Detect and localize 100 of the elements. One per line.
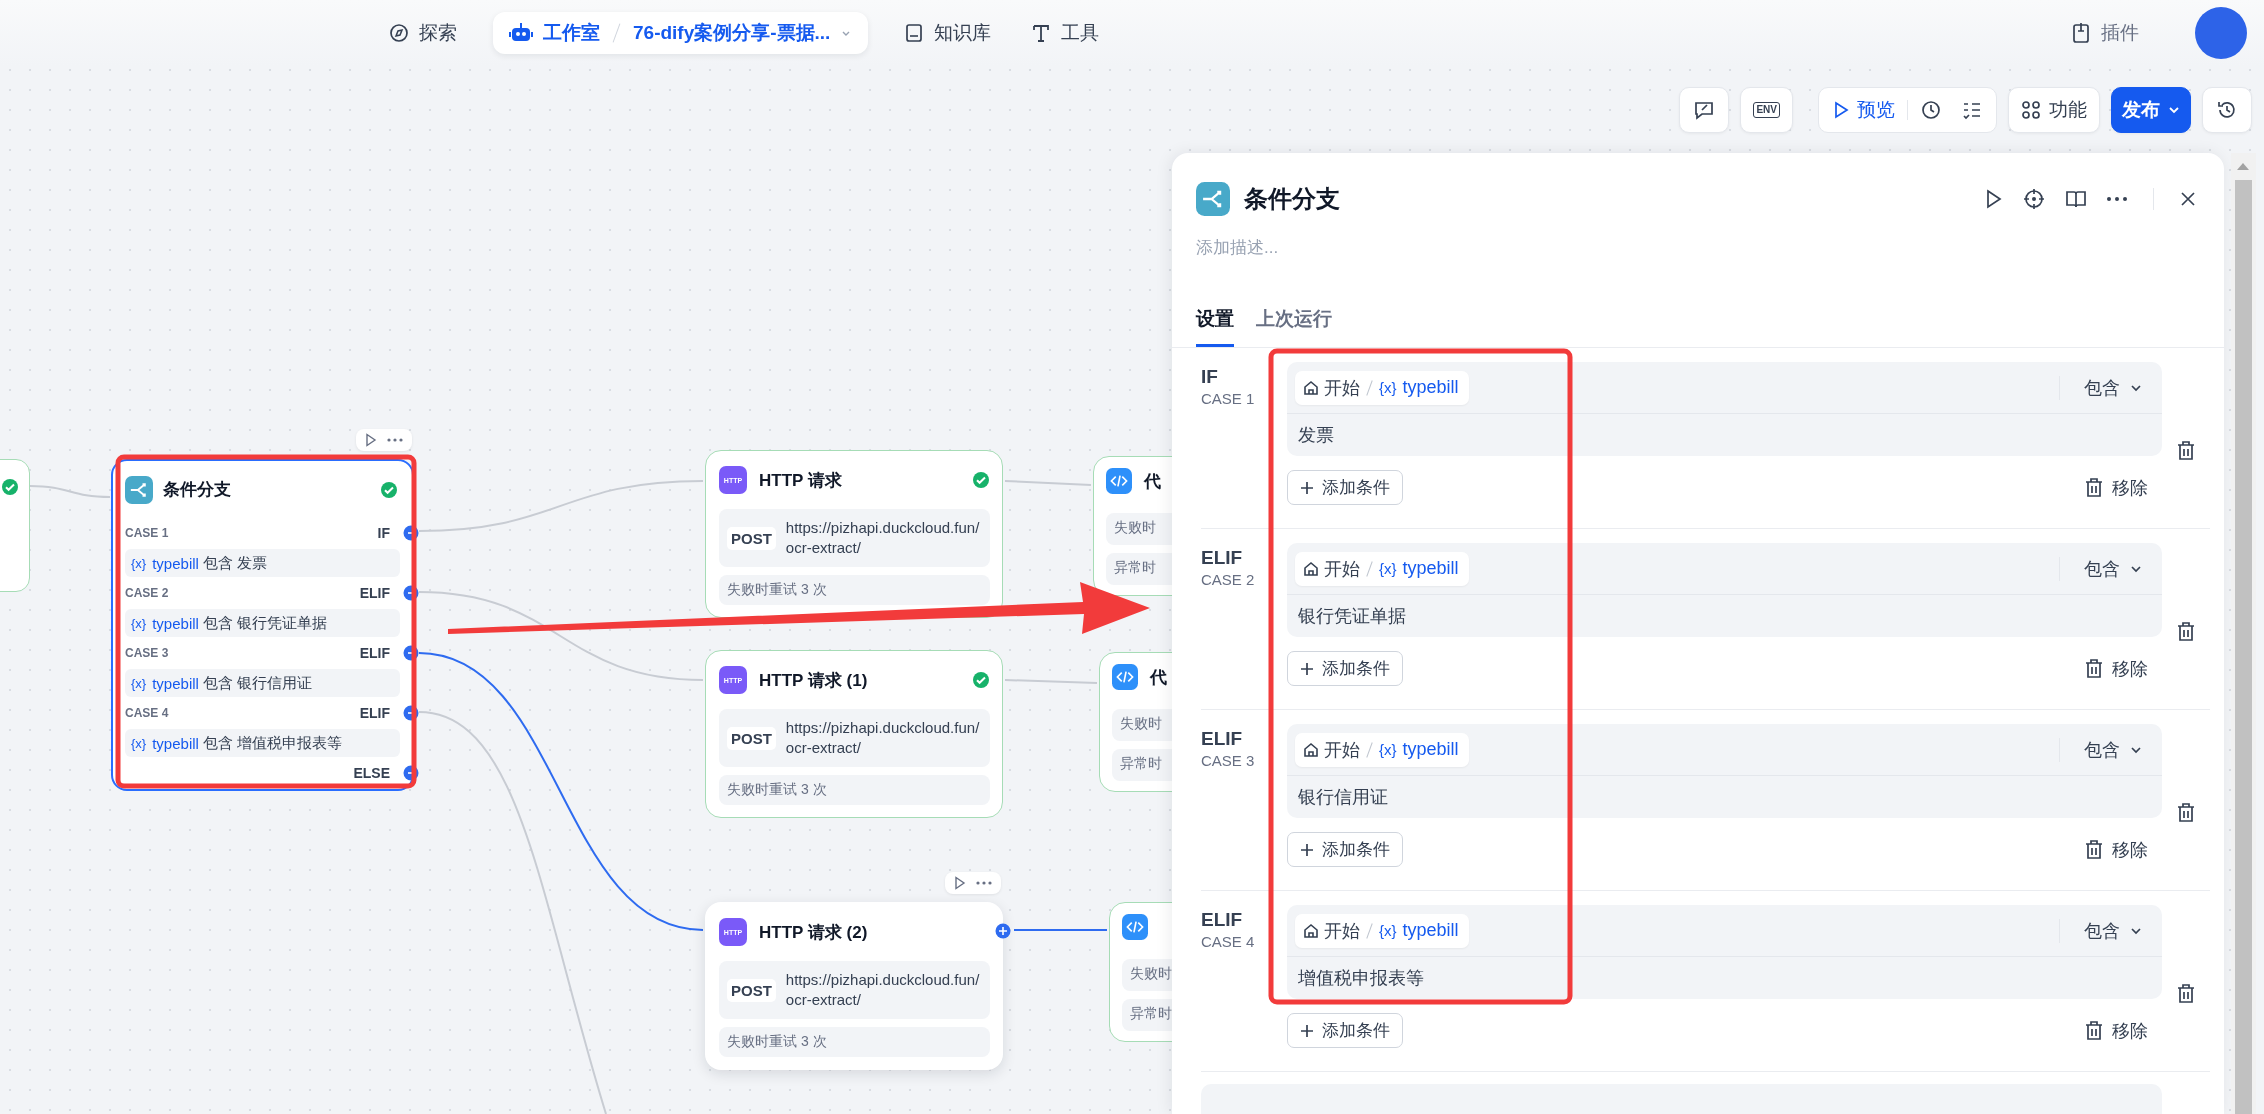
more-icon[interactable] bbox=[387, 438, 403, 442]
book-icon[interactable] bbox=[2065, 189, 2087, 209]
branch-port-icon[interactable] bbox=[403, 645, 419, 661]
plugins-button[interactable]: 插件 bbox=[2071, 20, 2139, 46]
code-node[interactable]: 失败时 异常时 bbox=[1109, 902, 1172, 1042]
nav-tab[interactable]: 探索 bbox=[385, 12, 461, 54]
node-title: HTTP 请求 (2) bbox=[759, 921, 869, 944]
code-icon bbox=[1122, 914, 1148, 940]
variable-tag[interactable]: 开始 {x} typebill bbox=[1295, 732, 1469, 767]
remove-button[interactable]: 移除 bbox=[2084, 1018, 2148, 1043]
case-label: CASE 4 bbox=[1201, 933, 1256, 950]
play-icon[interactable] bbox=[365, 433, 377, 447]
variable-tag[interactable]: 开始 {x} typebill bbox=[1295, 370, 1469, 405]
variable-name: {x} typebill bbox=[1379, 739, 1459, 760]
branch-label: ELIF bbox=[359, 705, 390, 721]
trash-icon bbox=[2176, 620, 2196, 642]
operator-select[interactable]: 包含 bbox=[2059, 375, 2154, 400]
retry-text: 失败时重试 3 次 bbox=[719, 575, 990, 605]
source-label: 开始 bbox=[1324, 919, 1360, 943]
home-icon bbox=[1303, 560, 1319, 577]
play-icon[interactable] bbox=[954, 876, 966, 890]
node-row-text: 失败时 bbox=[1122, 959, 1172, 991]
node-row-text: 异常时 bbox=[1112, 749, 1172, 781]
condition-row: {x} typebill 包含 银行信用证 bbox=[125, 669, 400, 697]
nav-label[interactable]: 工作室 bbox=[543, 20, 600, 46]
features-button[interactable]: 功能 bbox=[2008, 87, 2100, 133]
history-icon bbox=[2216, 99, 2238, 121]
plus-icon bbox=[1300, 1023, 1314, 1038]
trash-icon bbox=[2176, 801, 2196, 823]
plus-icon bbox=[1300, 480, 1314, 495]
source-label: 开始 bbox=[1324, 557, 1360, 581]
url-text: https://pizhapi.duckcloud.fun/ocr-extract/ bbox=[785, 970, 981, 1010]
add-condition-button[interactable]: 添加条件 bbox=[1287, 1013, 1403, 1048]
source-label: 开始 bbox=[1324, 376, 1360, 400]
app-name[interactable]: 76-dify案例分享-票据... bbox=[633, 20, 831, 46]
case-label: CASE 3 bbox=[1201, 752, 1256, 769]
condition-row: {x} typebill 包含 银行凭证单据 bbox=[125, 609, 400, 637]
branch-port-icon[interactable] bbox=[403, 705, 419, 721]
home-icon bbox=[1303, 741, 1319, 758]
scrollbar[interactable] bbox=[2231, 153, 2256, 1114]
avatar[interactable] bbox=[2195, 7, 2247, 59]
if-else-node[interactable]: 条件分支 CASE 1 IF {x} typebill 包含 发票 CASE 2 ELIF {x} typebill 包含 银行凭证单据 CASE 3 ELIF {x} typebill 包含 银行信用证 CASE 4 ELIF {x} typebill 包含 增值税申报表等 ELSE bbox=[111, 459, 414, 791]
add-condition-button[interactable]: 添加条件 bbox=[1287, 470, 1403, 505]
operator-select[interactable]: 包含 bbox=[2059, 556, 2154, 581]
code-node[interactable]: 代 失败时 异常时 bbox=[1099, 652, 1172, 792]
retry-text: 失败时重试 3 次 bbox=[719, 1027, 990, 1057]
branch-label: ELIF bbox=[359, 645, 390, 661]
chat-button[interactable] bbox=[1679, 87, 1730, 133]
nav-tab[interactable]: 知识库 bbox=[900, 12, 996, 54]
remove-button[interactable]: 移除 bbox=[2084, 837, 2148, 862]
branch-label: ELIF bbox=[1201, 547, 1244, 569]
add-port-icon[interactable] bbox=[995, 923, 1011, 939]
code-node[interactable]: 代 失败时 异常时 bbox=[1093, 456, 1172, 596]
nav-tab[interactable]: 工作室 76-dify案例分享-票据... bbox=[493, 12, 869, 54]
tab[interactable]: 上次运行 bbox=[1256, 306, 1332, 347]
code-icon bbox=[1106, 468, 1132, 494]
history-button[interactable] bbox=[2202, 87, 2252, 133]
crosshair-icon[interactable] bbox=[2023, 188, 2045, 210]
env-button[interactable]: ENV bbox=[1740, 87, 1793, 133]
case-label: CASE 1 bbox=[1201, 390, 1256, 407]
add-condition-button[interactable]: 添加条件 bbox=[1287, 651, 1403, 686]
play-icon[interactable] bbox=[1985, 189, 2003, 209]
retry-text: 失败时重试 3 次 bbox=[719, 775, 990, 805]
operator-select[interactable]: 包含 bbox=[2059, 918, 2154, 943]
node-row-text: 异常时 bbox=[1122, 999, 1172, 1031]
source-label: 开始 bbox=[1324, 738, 1360, 762]
condition-value: 银行信用证 bbox=[1297, 786, 1389, 809]
operator-select[interactable]: 包含 bbox=[2059, 737, 2154, 762]
add-condition-button[interactable]: 添加条件 bbox=[1287, 832, 1403, 867]
branch-port-icon[interactable] bbox=[403, 525, 419, 541]
nav-tab[interactable]: 工具 bbox=[1027, 12, 1104, 54]
remove-button[interactable]: 移除 bbox=[2084, 475, 2148, 500]
branch-label: IF bbox=[377, 525, 390, 541]
compass-icon bbox=[389, 23, 409, 43]
branch-label: ELIF bbox=[1201, 728, 1244, 750]
branch-icon bbox=[1196, 182, 1230, 216]
more-icon[interactable] bbox=[976, 881, 992, 885]
clock-icon bbox=[1920, 99, 1942, 121]
branch-port-icon[interactable] bbox=[403, 765, 419, 781]
caret-icon bbox=[2168, 104, 2180, 116]
url-text: https://pizhapi.duckcloud.fun/ocr-extract/ bbox=[785, 518, 981, 558]
branch-port-icon[interactable] bbox=[403, 585, 419, 601]
case-label: CASE 2 bbox=[1201, 571, 1256, 588]
node-title: 代 bbox=[1150, 666, 1167, 689]
variable-tag[interactable]: 开始 {x} typebill bbox=[1295, 913, 1469, 948]
publish-button[interactable]: 发布 bbox=[2111, 87, 2191, 133]
remove-button[interactable]: 移除 bbox=[2084, 656, 2148, 681]
condition-value: 发票 bbox=[1297, 424, 1335, 447]
variable-name: {x} typebill bbox=[1379, 558, 1459, 579]
variable-tag[interactable]: 开始 {x} typebill bbox=[1295, 551, 1469, 586]
plus-icon bbox=[1300, 842, 1314, 857]
more-icon[interactable] bbox=[2107, 197, 2127, 201]
variable-name: {x} typebill bbox=[1379, 920, 1459, 941]
case-label: CASE 1 bbox=[125, 526, 169, 540]
condition-row: {x} typebill 包含 发票 bbox=[125, 549, 400, 577]
tab[interactable]: 设置 bbox=[1196, 306, 1234, 347]
trash-icon bbox=[2176, 982, 2196, 1004]
close-icon[interactable] bbox=[2180, 191, 2196, 207]
branch-label: ELSE bbox=[353, 765, 390, 781]
node-title: 条件分支 bbox=[163, 479, 232, 501]
